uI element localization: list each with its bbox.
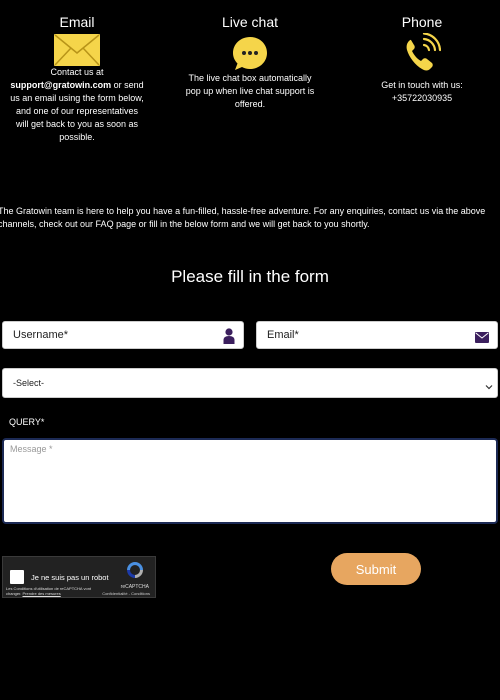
recaptcha-take-action-link[interactable]: Prendre des mesures [22,591,60,596]
email-input[interactable] [257,322,459,348]
recaptcha-checkbox[interactable] [10,570,24,584]
username-field-wrapper [2,321,244,349]
recaptcha-widget: Je ne suis pas un robot reCAPTCHA Confid… [2,556,156,598]
phone-contact-column: Phone Get in touch with us: +35722030935 [356,14,488,105]
recaptcha-label: Je ne suis pas un robot [31,573,109,582]
phone-heading: Phone [401,14,443,30]
intro-paragraph: The Gratowin team is here to help you ha… [0,206,486,229]
speech-bubble-icon [233,37,267,70]
message-textarea[interactable] [4,440,496,522]
submit-button[interactable]: Submit [331,553,421,585]
email-field-wrapper [256,321,498,349]
recaptcha-brand: reCAPTCHA [120,584,149,590]
person-icon [223,328,235,349]
username-input[interactable] [3,322,205,348]
support-email-link[interactable]: support@gratowin.com [10,80,111,90]
envelope-icon [475,330,489,348]
recaptcha-logo-icon [125,560,145,585]
email-text-before: Contact us at [50,67,104,77]
query-label: QUERY* [9,417,45,427]
contact-page: Email Contact us at support@gratowin.com… [0,0,500,700]
phone-ringing-icon [406,33,441,71]
live-chat-column: Live chat The live chat box automaticall… [180,14,320,111]
message-box [2,438,498,524]
phone-number-link[interactable]: +35722030935 [356,92,488,105]
recaptcha-privacy-terms-links[interactable]: Confidentialité - Conditions [102,591,150,596]
email-contact-text: Contact us at support@gratowin.com or se… [10,66,144,144]
live-chat-heading: Live chat [221,14,279,30]
live-chat-text: The live chat box automatically pop up w… [185,73,315,109]
envelope-icon [54,34,100,66]
select-value: -Select- [13,378,45,388]
email-heading: Email [59,14,95,30]
phone-text: Get in touch with us: [381,80,463,90]
email-contact-column: Email Contact us at support@gratowin.com… [10,14,144,144]
query-type-select[interactable]: -Select- [2,368,498,398]
form-title: Please fill in the form [171,267,329,286]
recaptcha-terms-notice: Les Conditions d'utilisation de reCAPTCH… [6,586,98,596]
chevron-down-icon [485,378,493,396]
